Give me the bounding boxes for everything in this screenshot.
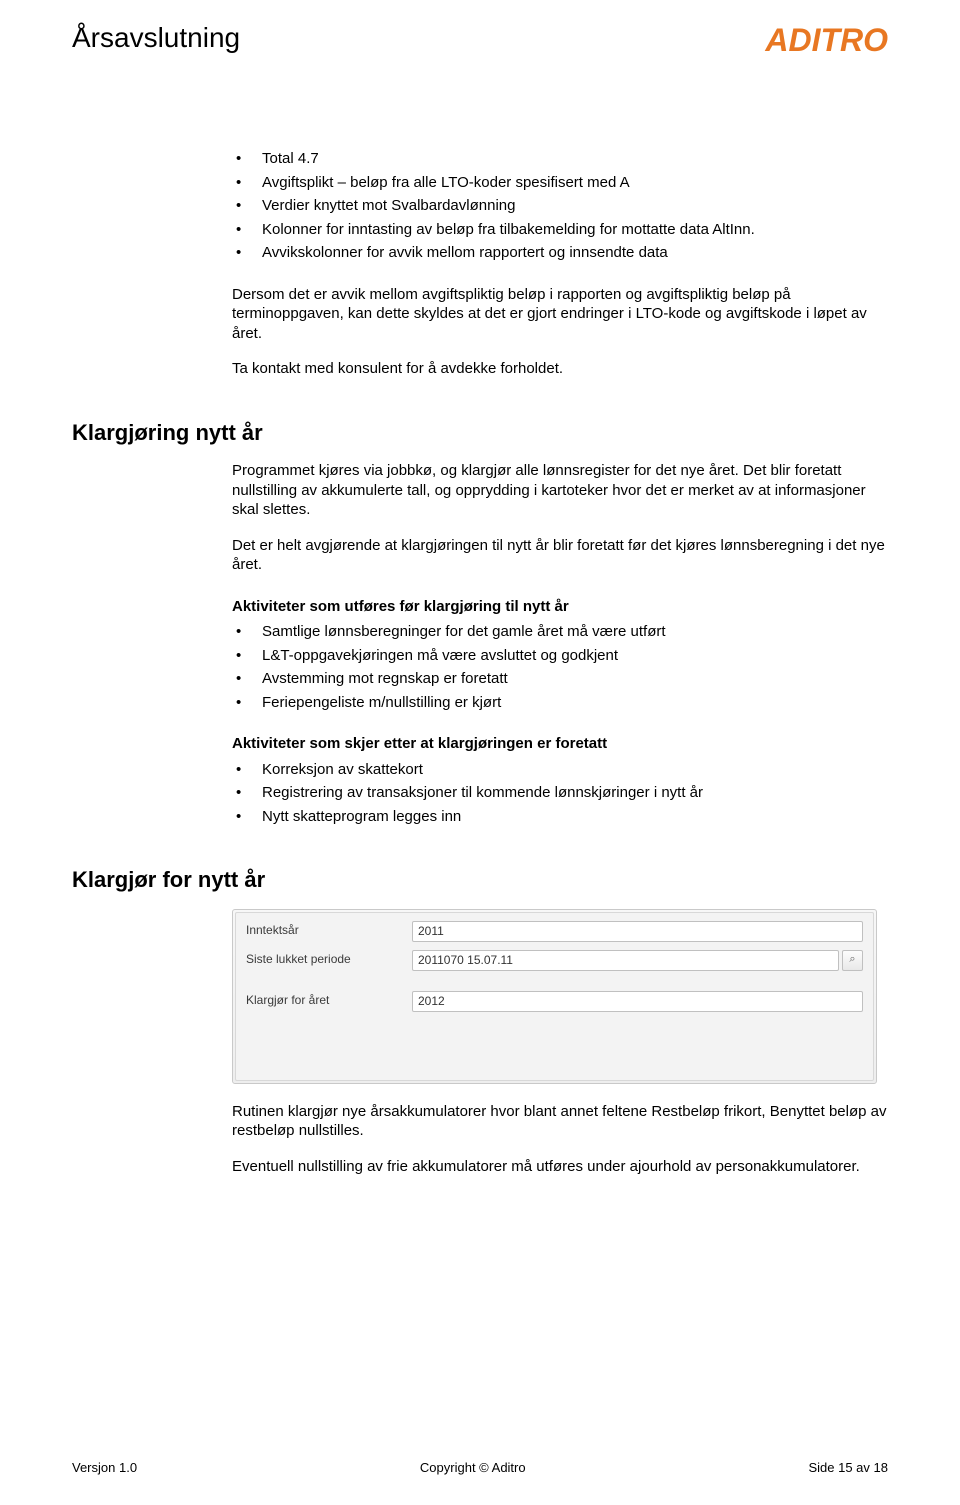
footer-copyright: Copyright © Aditro — [420, 1460, 526, 1475]
magnifier-icon: ⌕ — [849, 953, 855, 965]
list-item: Samtlige lønnsberegninger for det gamle … — [232, 622, 888, 642]
paragraph: Eventuell nullstilling av frie akkumulat… — [232, 1157, 888, 1177]
aditro-logo: ADITRO — [765, 22, 888, 59]
subheading-before: Aktiviteter som utføres før klargjøring … — [232, 597, 888, 617]
paragraph: Rutinen klargjør nye årsakkumulatorer hv… — [232, 1102, 888, 1141]
input-klargjor-aret[interactable] — [412, 991, 863, 1012]
top-bullet-list: Total 4.7 Avgiftsplikt – beløp fra alle … — [232, 149, 888, 263]
input-siste-lukket[interactable] — [412, 950, 839, 971]
label-siste-lukket: Siste lukket periode — [246, 952, 412, 968]
list-item: Korreksjon av skattekort — [232, 760, 888, 780]
input-inntektsar[interactable] — [412, 921, 863, 942]
footer-page-number: Side 15 av 18 — [808, 1460, 888, 1475]
section-heading-klargjor-for: Klargjør for nytt år — [72, 866, 888, 895]
paragraph: Programmet kjøres via jobbkø, og klargjø… — [232, 461, 888, 520]
label-inntektsar: Inntektsår — [246, 923, 412, 939]
list-item: Total 4.7 — [232, 149, 888, 169]
list-item: L&T-oppgavekjøringen må være avsluttet o… — [232, 646, 888, 666]
list-item: Feriepengeliste m/nullstilling er kjørt — [232, 693, 888, 713]
list-item: Avstemming mot regnskap er foretatt — [232, 669, 888, 689]
before-list: Samtlige lønnsberegninger for det gamle … — [232, 622, 888, 712]
after-list: Korreksjon av skattekort Registrering av… — [232, 760, 888, 827]
paragraph: Det er helt avgjørende at klargjøringen … — [232, 536, 888, 575]
list-item: Kolonner for inntasting av beløp fra til… — [232, 220, 888, 240]
list-item: Registrering av transaksjoner til kommen… — [232, 783, 888, 803]
label-klargjor-aret: Klargjør for året — [246, 993, 412, 1009]
subheading-after: Aktiviteter som skjer etter at klargjøri… — [232, 734, 888, 754]
lookup-button[interactable]: ⌕ — [842, 950, 863, 971]
footer-version: Versjon 1.0 — [72, 1460, 137, 1475]
list-item: Avgiftsplikt – beløp fra alle LTO-koder … — [232, 173, 888, 193]
form-panel: Inntektsår Siste lukket periode ⌕ Klargj… — [232, 909, 877, 1084]
list-item: Avvikskolonner for avvik mellom rapporte… — [232, 243, 888, 263]
paragraph: Ta kontakt med konsulent for å avdekke f… — [232, 359, 888, 379]
paragraph: Dersom det er avvik mellom avgiftsplikti… — [232, 285, 888, 344]
list-item: Verdier knyttet mot Svalbardavlønning — [232, 196, 888, 216]
page-title: Årsavslutning — [72, 22, 240, 54]
section-heading-klargjoring: Klargjøring nytt år — [72, 419, 888, 448]
list-item: Nytt skatteprogram legges inn — [232, 807, 888, 827]
